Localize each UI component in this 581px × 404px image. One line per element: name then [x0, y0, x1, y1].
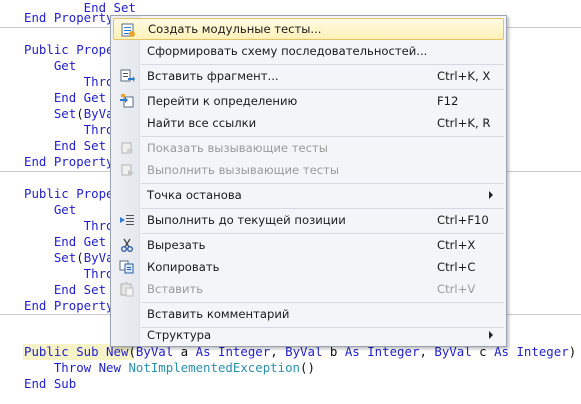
code-line: Throw — [24, 266, 121, 282]
menu-item-shortcut: Ctrl+F10 — [437, 213, 489, 227]
menu-item-label: Выполнить вызывающие тесты — [147, 163, 340, 177]
submenu-arrow-icon — [489, 331, 493, 339]
menu-item-shortcut: Ctrl+V — [437, 282, 476, 296]
context-menu[interactable]: Создать модульные тесты... Сформировать … — [110, 15, 507, 347]
show-calling-tests-icon — [119, 140, 135, 156]
code-token: Public Proper — [24, 186, 121, 201]
menu-item-cut[interactable]: Вырезать Ctrl+X — [113, 234, 504, 256]
go-to-definition-icon — [119, 93, 135, 109]
code-token: Throw — [24, 218, 121, 233]
run-calling-tests-icon — [119, 162, 135, 178]
menu-item-insert-snippet[interactable]: Вставить фрагмент... Ctrl+K, X — [113, 65, 504, 87]
code-token: Throw — [24, 122, 121, 137]
code-line: End Property — [24, 298, 114, 314]
code-line: Set(ByVal — [24, 250, 121, 266]
menu-item-create-unit-tests[interactable]: Создать модульные тесты... — [113, 18, 504, 40]
menu-item-run-calling-tests[interactable]: Выполнить вызывающие тесты — [113, 159, 504, 181]
code-token: NotImplementedException — [128, 360, 301, 375]
menu-item-breakpoint[interactable]: Точка останова — [113, 184, 504, 206]
code-line: Get — [24, 58, 76, 74]
menu-item-label: Копировать — [147, 260, 220, 274]
code-token: ( — [76, 250, 84, 265]
code-token: End Set — [24, 282, 107, 297]
menu-item-show-calling-tests[interactable]: Показать вызывающие тесты — [113, 137, 504, 159]
code-line: End Property — [24, 10, 114, 26]
menu-item-label: Точка останова — [147, 188, 242, 202]
paste-icon — [119, 281, 135, 297]
menu-item-insert-comment[interactable]: Вставить комментарий — [113, 303, 504, 325]
code-token: End Get — [24, 90, 107, 105]
code-line: Throw — [24, 218, 121, 234]
copy-icon — [119, 259, 135, 275]
code-token: End Get — [24, 234, 107, 249]
create-unit-tests-icon — [120, 22, 136, 38]
code-line: End Sub — [24, 376, 76, 392]
code-line: End Property — [24, 154, 114, 170]
code-line: End Set — [24, 282, 106, 298]
menu-item-shortcut: Ctrl+C — [437, 260, 476, 274]
menu-item-run-to-cursor[interactable]: Выполнить до текущей позиции Ctrl+F10 — [113, 209, 504, 231]
code-token: Public Proper — [24, 42, 121, 57]
code-token: Get — [24, 202, 77, 217]
menu-item-label: Выполнить до текущей позиции — [147, 213, 346, 227]
submenu-arrow-icon — [489, 191, 493, 199]
insert-snippet-icon — [119, 68, 135, 84]
code-token: End Sub — [24, 376, 77, 391]
menu-item-label: Показать вызывающие тесты — [147, 141, 328, 155]
menu-item-shortcut: Ctrl+K, X — [437, 69, 491, 83]
code-token: Get — [24, 58, 77, 73]
menu-item-label: Перейти к определению — [147, 94, 298, 108]
menu-item-label: Вставить — [147, 282, 204, 296]
run-to-cursor-icon — [119, 212, 135, 228]
code-token: End Property — [24, 298, 114, 313]
code-line: Set(ByVal — [24, 106, 121, 122]
code-line: Get — [24, 202, 76, 218]
code-token: End Set — [24, 138, 107, 153]
code-token: Set — [24, 250, 77, 265]
code-token: Throw — [24, 74, 121, 89]
menu-item-shortcut: F12 — [437, 94, 459, 108]
menu-item-find-all-references[interactable]: Найти все ссылки Ctrl+K, R — [113, 112, 504, 134]
code-line: Throw — [24, 122, 121, 138]
code-line: Public Proper — [24, 42, 121, 58]
menu-item-shortcut: Ctrl+K, R — [437, 116, 491, 130]
menu-item-label: Вставить комментарий — [147, 307, 290, 321]
menu-item-go-to-definition[interactable]: Перейти к определению F12 — [113, 90, 504, 112]
code-token: Set — [24, 106, 77, 121]
code-token: End Property — [24, 154, 114, 169]
code-line: Public Proper — [24, 186, 121, 202]
menu-item-label: Создать модульные тесты... — [148, 22, 322, 36]
code-line: Throw New NotImplementedException() — [24, 360, 315, 376]
menu-item-paste[interactable]: Вставить Ctrl+V — [113, 278, 504, 300]
menu-item-label: Вырезать — [147, 238, 206, 252]
code-token: () — [300, 360, 315, 375]
code-token: ( — [76, 106, 84, 121]
code-token: End Property — [24, 10, 114, 25]
cut-icon — [119, 237, 135, 253]
code-line: End Get — [24, 90, 106, 106]
menu-item-label: Структура — [147, 328, 212, 342]
code-line: Throw — [24, 74, 121, 90]
code-line: End Get — [24, 234, 106, 250]
menu-item-label: Вставить фрагмент... — [147, 69, 279, 83]
menu-item-outlining[interactable]: Структура — [113, 324, 504, 346]
menu-item-generate-sequence-diagram[interactable]: Сформировать схему последовательностей..… — [113, 40, 504, 62]
menu-item-label: Сформировать схему последовательностей..… — [147, 44, 428, 58]
code-token: Throw New — [24, 360, 129, 375]
menu-item-shortcut: Ctrl+X — [437, 238, 476, 252]
menu-item-copy[interactable]: Копировать Ctrl+C — [113, 256, 504, 278]
menu-item-label: Найти все ссылки — [147, 116, 257, 130]
code-token: ) — [568, 344, 577, 359]
code-line: End Set — [24, 138, 106, 154]
code-token: Throw — [24, 266, 121, 281]
